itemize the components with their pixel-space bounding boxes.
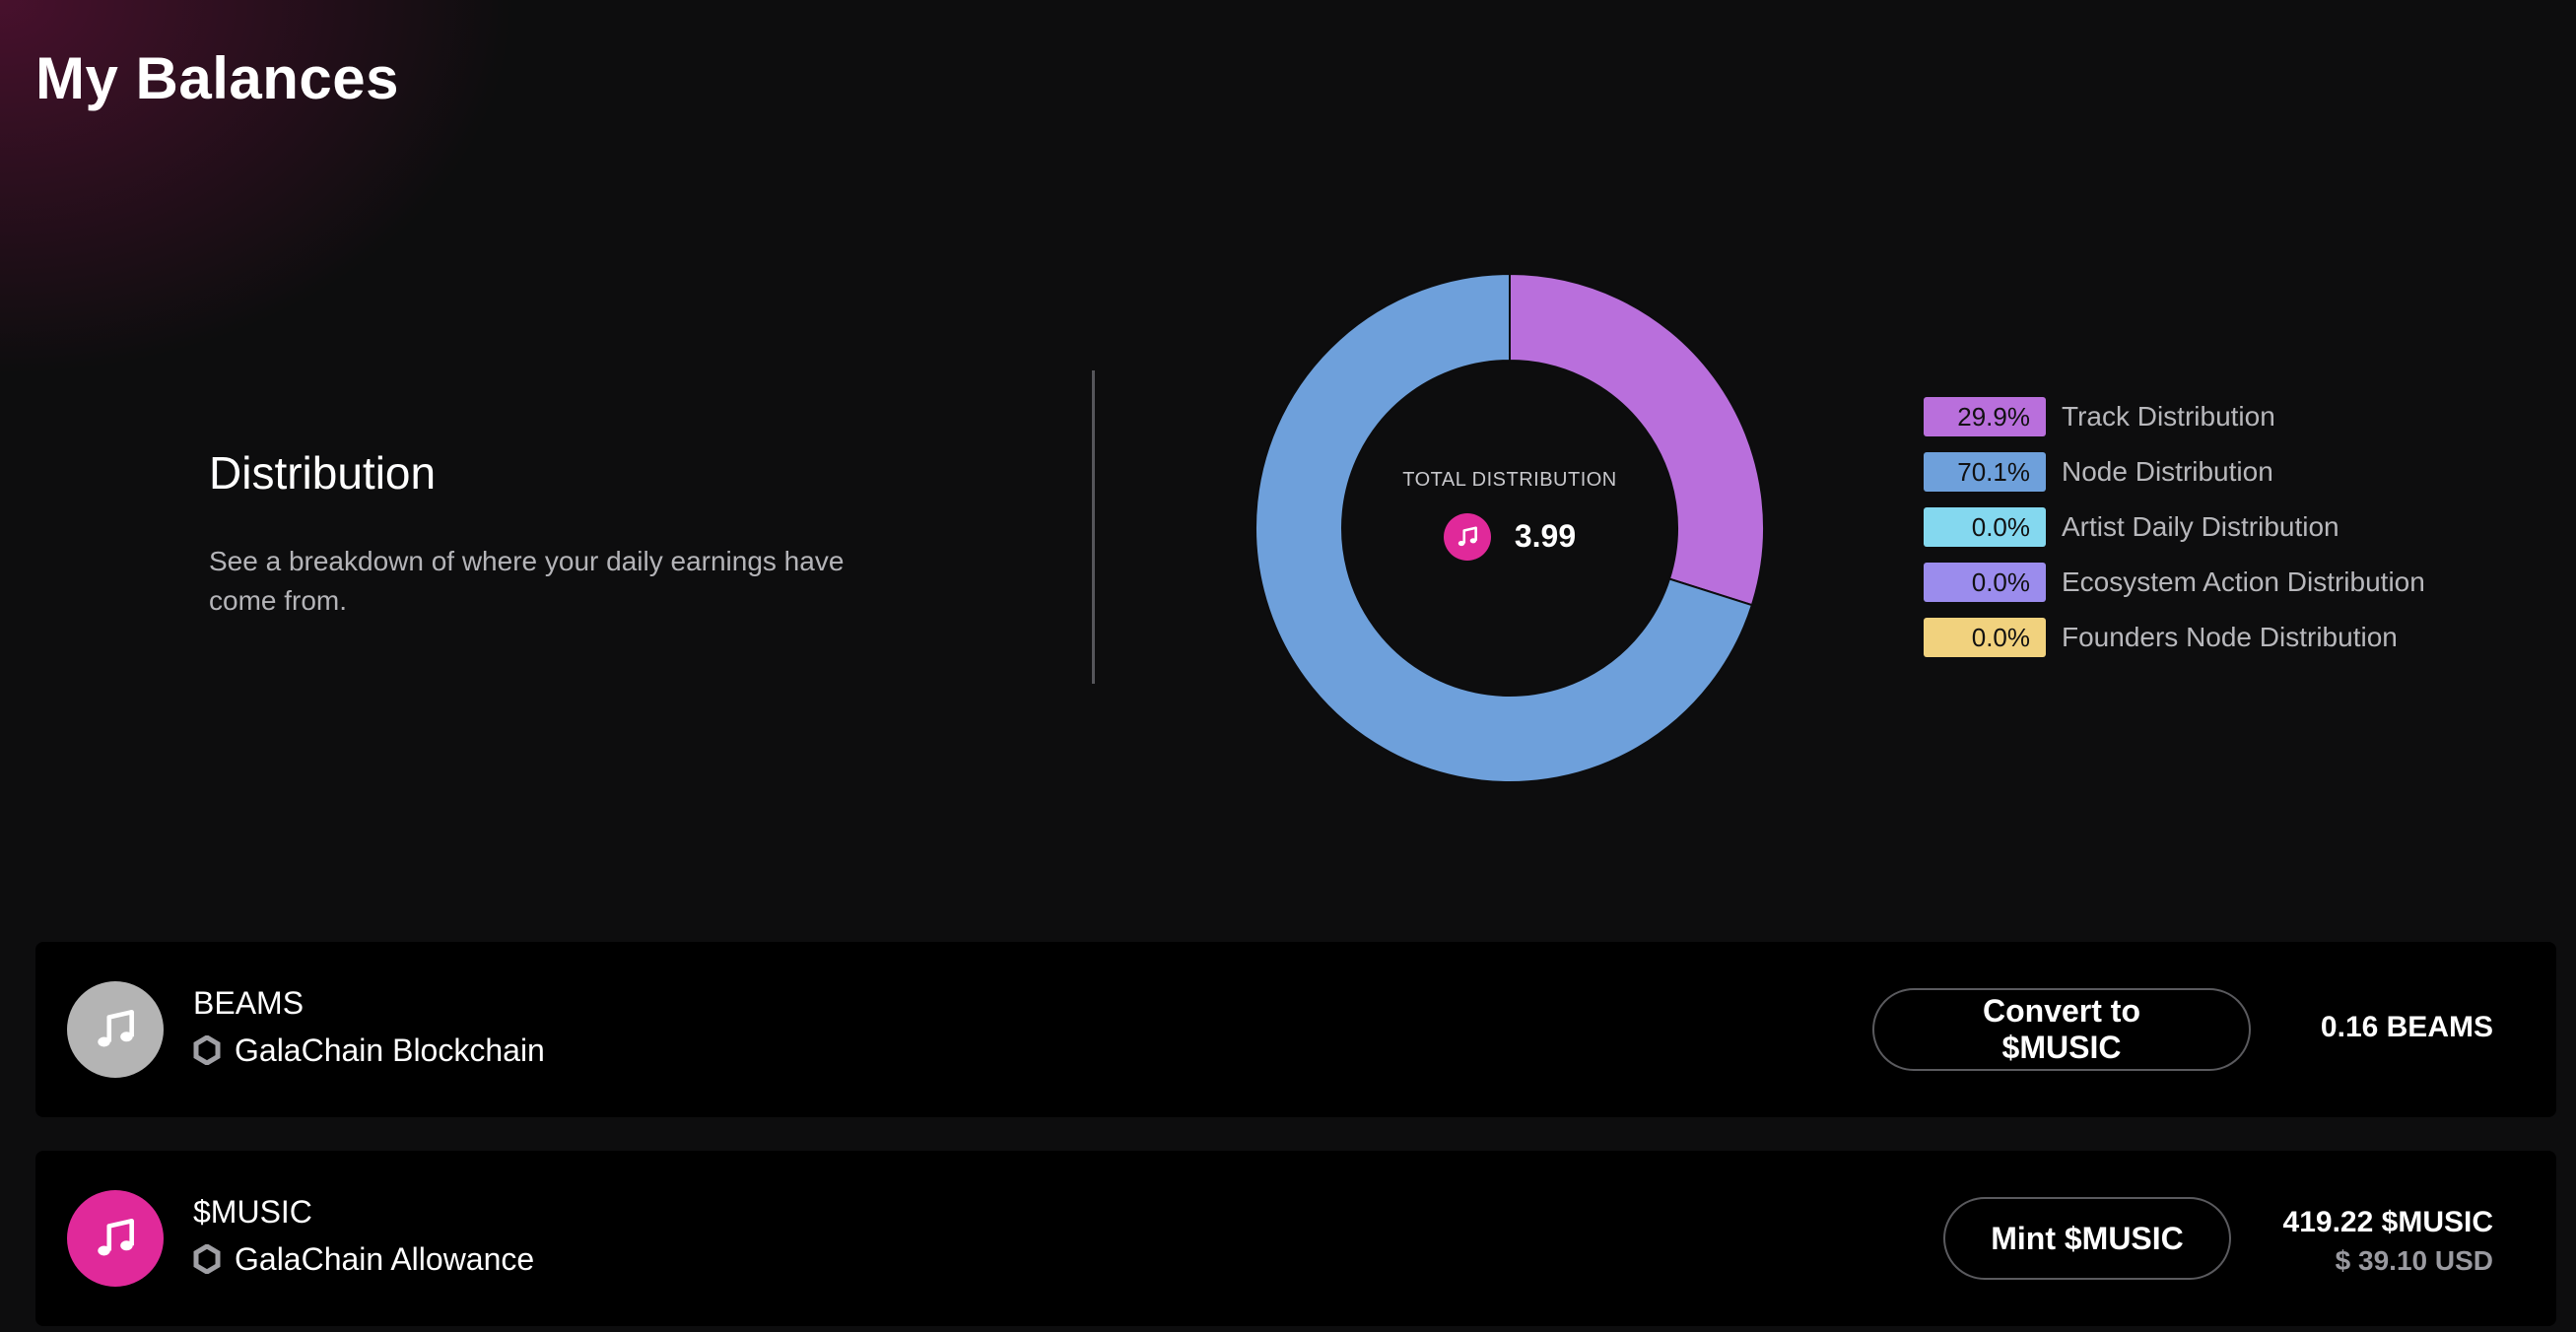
total-distribution-value: 3.99: [1514, 518, 1577, 554]
token-name: BEAMS: [193, 985, 305, 1021]
mint-music-button[interactable]: Mint $MUSIC: [1943, 1197, 2231, 1280]
token-chain: GalaChain Allowance: [193, 1239, 534, 1279]
distribution-info: Distribution See a breakdown of where yo…: [209, 441, 879, 621]
page-title: My Balances: [35, 45, 400, 111]
section-divider: [1092, 370, 1095, 684]
donut-center: TOTAL DISTRIBUTION 3.99: [1254, 272, 1766, 784]
legend-percent: 70.1%: [1924, 452, 2046, 492]
chain-name: GalaChain Allowance: [235, 1241, 535, 1277]
distribution-description: See a breakdown of where your daily earn…: [209, 546, 845, 616]
distribution-legend: 29.9% Track Distribution 70.1% Node Dist…: [1924, 396, 2425, 672]
legend-percent: 0.0%: [1924, 507, 2046, 547]
legend-percent: 29.9%: [1924, 397, 2046, 436]
legend-item-founders-node: 0.0% Founders Node Distribution: [1924, 617, 2425, 658]
balance-usd: $ 39.10 USD: [2335, 1245, 2493, 1276]
music-note-icon: [98, 1219, 134, 1256]
token-name: $MUSIC: [193, 1194, 312, 1230]
legend-item-ecosystem-action: 0.0% Ecosystem Action Distribution: [1924, 562, 2425, 603]
balance-amount: 419.22 $MUSIC: [2282, 1206, 2493, 1238]
balances-page: My Balances Distribution See a breakdown…: [0, 0, 2576, 1332]
legend-label: Track Distribution: [2062, 401, 2275, 432]
balance-amount: 0.16 BEAMS: [2320, 1011, 2493, 1043]
token-chain: GalaChain Blockchain: [193, 1031, 545, 1070]
music-note-icon: [98, 1010, 134, 1047]
hexagon-icon: [193, 1244, 221, 1274]
legend-percent: 0.0%: [1924, 618, 2046, 657]
legend-item-track: 29.9% Track Distribution: [1924, 396, 2425, 437]
total-distribution-label: TOTAL DISTRIBUTION: [1402, 468, 1617, 491]
music-note-icon: [1443, 512, 1491, 561]
token-avatar: [67, 981, 164, 1078]
legend-label: Founders Node Distribution: [2062, 622, 2398, 652]
balance-card-beams: BEAMS GalaChain Blockchain Convert to $M…: [35, 942, 2556, 1117]
legend-label: Artist Daily Distribution: [2062, 511, 2339, 542]
hexagon-icon: [193, 1035, 221, 1065]
distribution-heading: Distribution: [209, 447, 437, 499]
legend-percent: 0.0%: [1924, 563, 2046, 602]
legend-label: Ecosystem Action Distribution: [2062, 566, 2425, 597]
legend-label: Node Distribution: [2062, 456, 2273, 487]
convert-to-music-button[interactable]: Convert to $MUSIC: [1872, 988, 2251, 1071]
total-distribution-row: 3.99: [1443, 512, 1577, 561]
token-avatar: [67, 1190, 164, 1287]
distribution-donut-chart: TOTAL DISTRIBUTION 3.99: [1254, 272, 1766, 784]
balance-card-music: $MUSIC GalaChain Allowance Mint $MUSIC 4…: [35, 1151, 2556, 1326]
legend-item-node: 70.1% Node Distribution: [1924, 451, 2425, 493]
chain-name: GalaChain Blockchain: [235, 1032, 545, 1068]
legend-item-artist-daily: 0.0% Artist Daily Distribution: [1924, 506, 2425, 548]
